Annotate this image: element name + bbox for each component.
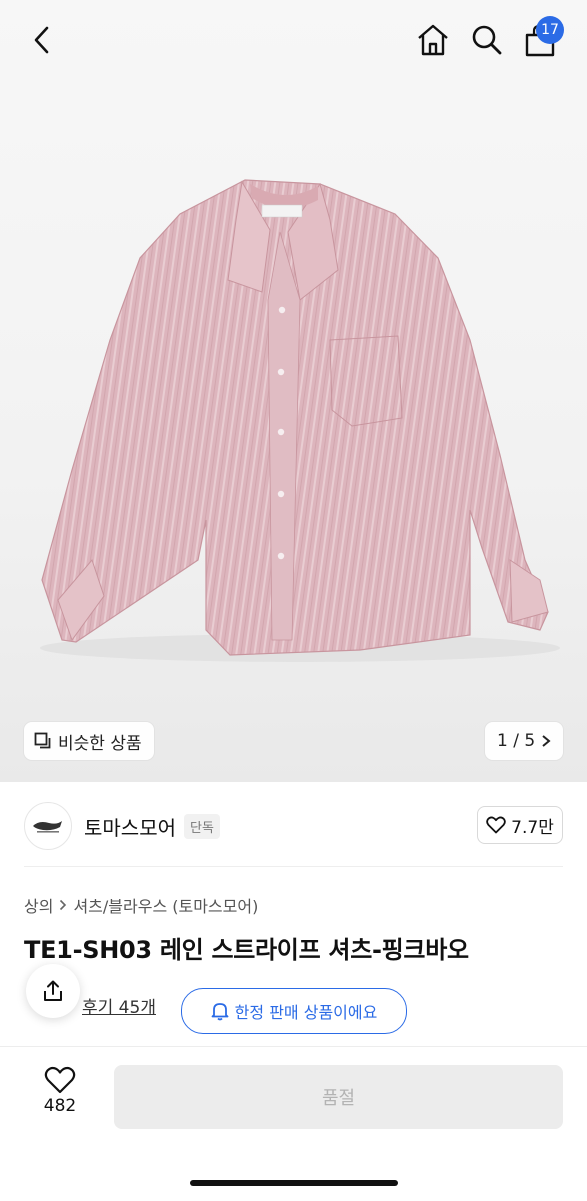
limited-sale-notice[interactable]: 한정 판매 상품이에요 xyxy=(181,988,407,1034)
brand-name[interactable]: 토마스모어 xyxy=(84,812,176,841)
product-title: TE1-SH03 레인 스트라이프 셔츠-핑크바오 xyxy=(24,936,469,964)
divider xyxy=(24,866,563,867)
breadcrumb: 상의 셔츠/블라우스 (토마스모어) xyxy=(24,893,258,917)
copy-icon xyxy=(34,732,51,749)
back-button[interactable] xyxy=(20,18,64,62)
cart-count-badge: 17 xyxy=(536,16,564,44)
review-link[interactable]: 후기 45개 xyxy=(82,993,156,1018)
limited-sale-text: 한정 판매 상품이에요 xyxy=(234,1003,378,1022)
wishlist-button[interactable]: 482 xyxy=(30,1066,90,1116)
image-page-indicator[interactable]: 1 / 5 xyxy=(485,722,564,760)
chevron-left-icon xyxy=(34,26,49,54)
home-button[interactable] xyxy=(411,18,455,62)
search-button[interactable] xyxy=(465,18,509,62)
wishlist-count: 482 xyxy=(43,1096,77,1116)
whale-logo-icon xyxy=(33,821,62,833)
product-image-area[interactable] xyxy=(0,0,587,782)
sold-out-label: 품절 xyxy=(321,1088,356,1109)
similar-products-button[interactable]: 비슷한 상품 xyxy=(24,722,154,760)
chevron-right-icon xyxy=(60,899,67,911)
share-icon xyxy=(44,980,62,1001)
bell-icon xyxy=(211,1003,229,1021)
search-icon xyxy=(472,25,502,55)
brand-like-button[interactable]: 7.7만 xyxy=(477,806,563,844)
brand-like-count: 7.7만 xyxy=(511,817,554,838)
breadcrumb-category[interactable]: 상의 xyxy=(24,893,53,917)
sold-out-button[interactable]: 품절 xyxy=(114,1065,563,1129)
similar-products-label: 비슷한 상품 xyxy=(58,733,142,754)
breadcrumb-subcategory[interactable]: 셔츠/블라우스 (토마스모어) xyxy=(73,893,258,917)
page-indicator-text: 1 / 5 xyxy=(497,731,536,751)
cart-button[interactable]: 17 xyxy=(518,16,564,62)
chevron-right-icon xyxy=(542,735,551,747)
share-button[interactable] xyxy=(26,964,80,1018)
heart-icon xyxy=(44,1066,76,1094)
brand-info[interactable]: 토마스모어 단독 xyxy=(84,812,220,841)
home-indicator[interactable] xyxy=(190,1180,398,1186)
exclusive-tag: 단독 xyxy=(184,814,220,839)
heart-icon xyxy=(486,816,506,834)
brand-logo[interactable] xyxy=(24,802,72,850)
shirt-image xyxy=(40,179,560,662)
home-icon xyxy=(418,24,448,56)
